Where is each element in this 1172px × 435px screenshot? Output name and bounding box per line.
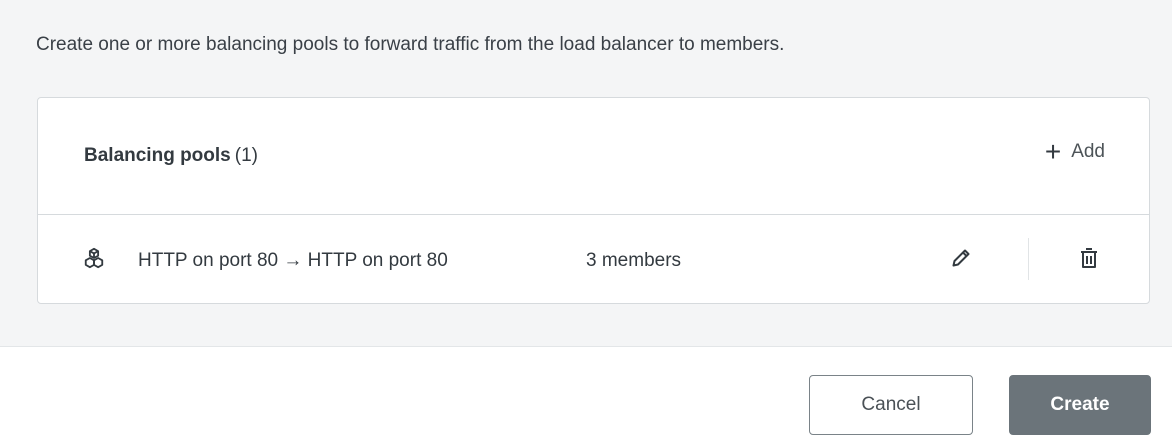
card-title-count: (1) <box>234 145 258 166</box>
pool-name: HTTP on port 80 → HTTP on port 80 <box>138 250 448 271</box>
cubes-icon <box>84 247 104 269</box>
description-text: Create one or more balancing pools to fo… <box>36 34 785 55</box>
pool-members-count: 3 members <box>586 250 682 271</box>
card-title-label: Balancing pools <box>84 145 231 166</box>
balancing-pools-card: Balancing pools (1) + Add HTTP on port 80… <box>37 97 1150 304</box>
pool-row: HTTP on port 80 → HTTP on port 80 3 memb… <box>38 216 1149 304</box>
row-action-divider <box>1028 238 1029 280</box>
create-button[interactable]: Create <box>1009 375 1151 435</box>
pencil-icon[interactable] <box>951 248 971 268</box>
footer-divider <box>0 346 1172 347</box>
modal-body: Create one or more balancing pools to fo… <box>0 0 1172 346</box>
add-pool-button[interactable]: + Add <box>1044 136 1105 167</box>
card-header: Balancing pools (1) + Add <box>38 98 1149 215</box>
card-title: Balancing pools (1) <box>84 145 258 167</box>
plus-icon: + <box>1044 136 1062 167</box>
trash-icon[interactable] <box>1079 246 1099 270</box>
add-button-label: Add <box>1071 141 1105 162</box>
cancel-button[interactable]: Cancel <box>809 375 973 435</box>
